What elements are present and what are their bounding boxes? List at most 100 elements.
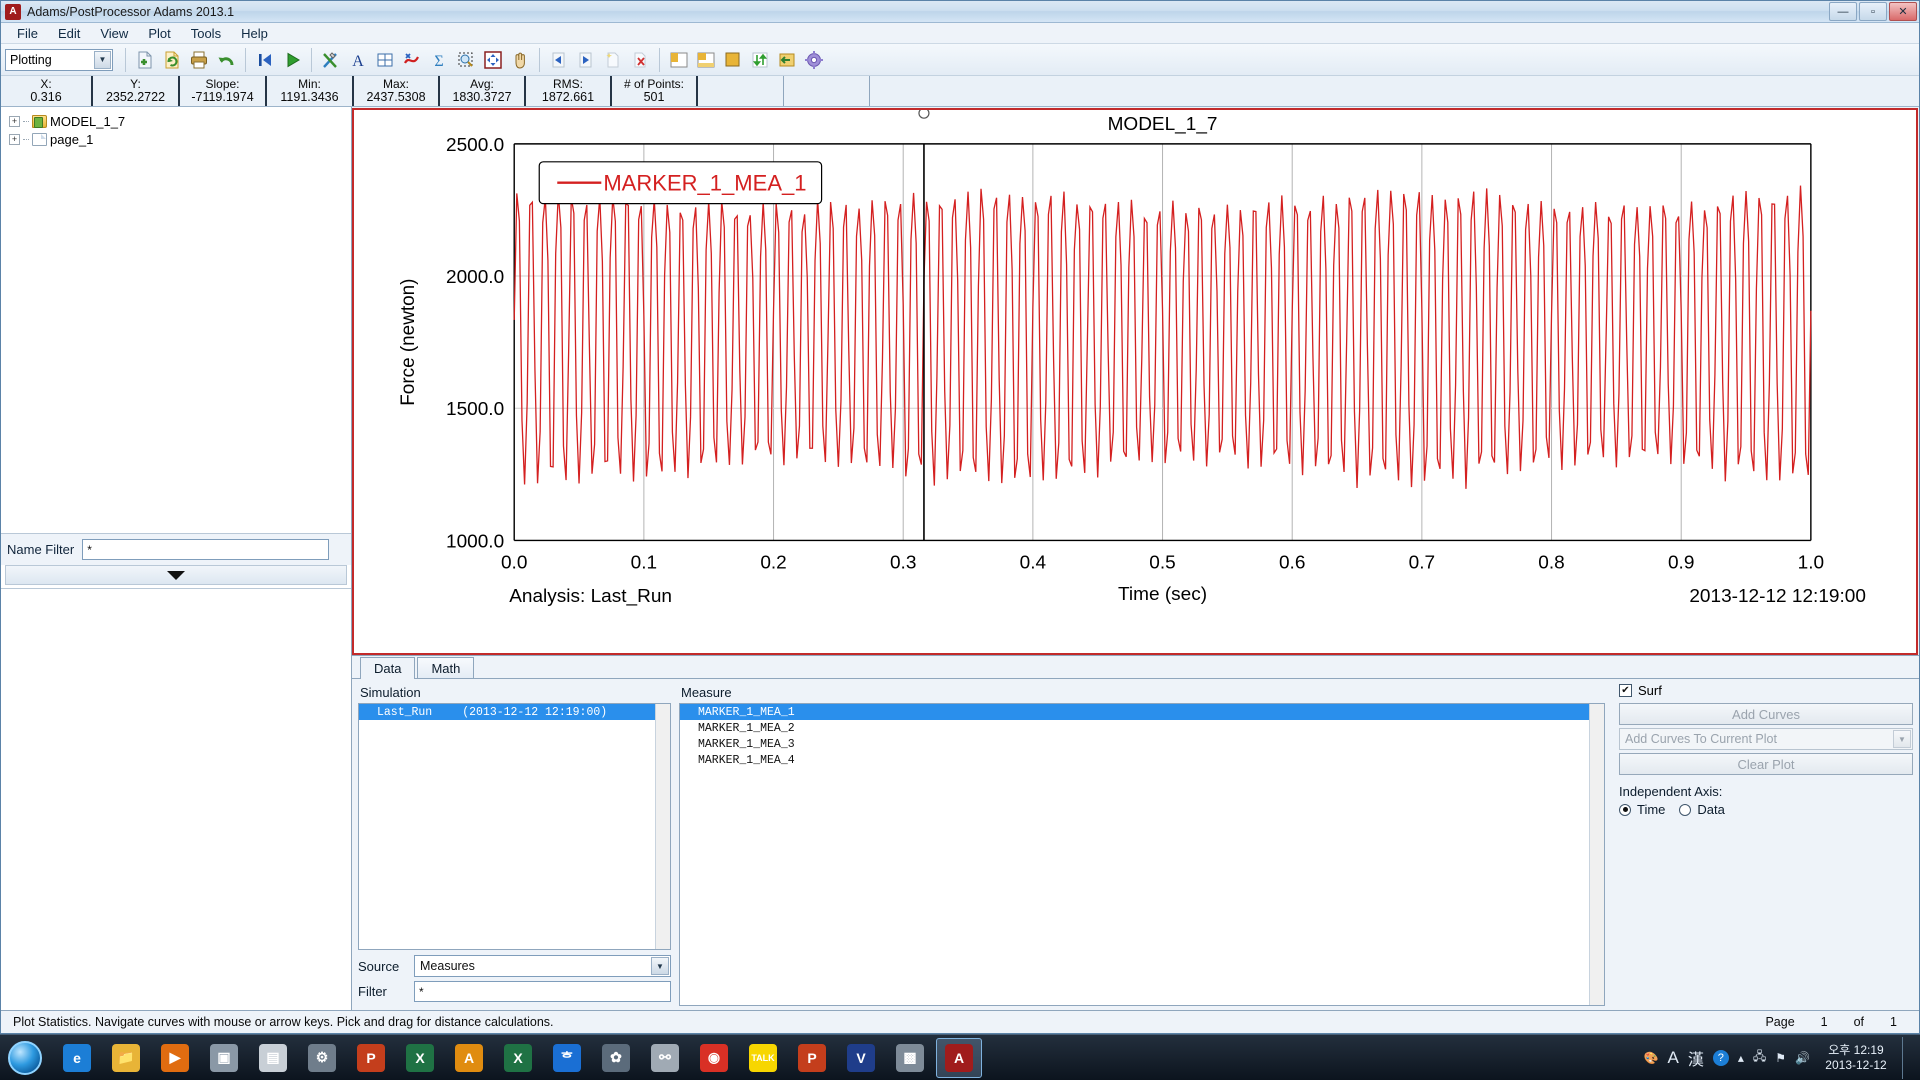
text-tool-icon[interactable]: A: [345, 47, 371, 73]
measure-row[interactable]: MARKER_1_MEA_1: [680, 704, 1604, 720]
show-desktop-button[interactable]: [1902, 1036, 1912, 1079]
menu-view[interactable]: View: [90, 24, 138, 43]
media-player-icon[interactable]: ▶: [152, 1038, 198, 1078]
clear-plot-button[interactable]: Clear Plot: [1619, 753, 1913, 775]
menu-tools[interactable]: Tools: [181, 24, 231, 43]
svg-text:Σ: Σ: [434, 53, 443, 70]
simulation-row[interactable]: Last_Run (2013-12-12 12:19:00): [359, 704, 670, 720]
first-frame-icon[interactable]: [252, 47, 278, 73]
surf-checkbox-row[interactable]: ✔ Surf: [1619, 683, 1913, 698]
stat-empty-2: [784, 76, 870, 106]
sigma-icon[interactable]: Σ: [426, 47, 452, 73]
notepad-icon[interactable]: ▤: [250, 1038, 296, 1078]
pan-hand-icon[interactable]: [507, 47, 533, 73]
tool-icon[interactable]: ⚙: [299, 1038, 345, 1078]
next-page-icon[interactable]: [573, 47, 599, 73]
simulation-listbox[interactable]: Last_Run (2013-12-12 12:19:00): [358, 703, 671, 950]
powerpoint-icon[interactable]: P: [348, 1038, 394, 1078]
prev-page-icon[interactable]: [546, 47, 572, 73]
filter-input[interactable]: *: [414, 981, 671, 1002]
swap-icon[interactable]: [747, 47, 773, 73]
page-icon: [32, 132, 47, 146]
expander-icon[interactable]: +: [9, 115, 20, 127]
menu-file[interactable]: File: [7, 24, 48, 43]
measure-row[interactable]: MARKER_1_MEA_3: [680, 736, 1604, 752]
reload-icon[interactable]: [159, 47, 185, 73]
menu-edit[interactable]: Edit: [48, 24, 90, 43]
excel-icon[interactable]: X: [495, 1038, 541, 1078]
undo-icon[interactable]: [213, 47, 239, 73]
adams-icon[interactable]: A: [446, 1038, 492, 1078]
tree-node-page[interactable]: + page_1: [7, 130, 351, 148]
source-select[interactable]: Measures ▼: [414, 955, 671, 977]
clear-plot-icon[interactable]: [318, 47, 344, 73]
chrome-icon[interactable]: ◉: [691, 1038, 737, 1078]
powerpoint2-icon[interactable]: P: [789, 1038, 835, 1078]
axis-tool-icon[interactable]: [372, 47, 398, 73]
left-pane-blank-area: [1, 588, 351, 1010]
expander-icon[interactable]: +: [9, 133, 20, 145]
radio-data[interactable]: [1679, 803, 1692, 816]
y-axis-tick-label: 2500.0: [446, 135, 504, 156]
tray-clock[interactable]: 오후 12:19 2013-12-12: [1819, 1043, 1893, 1073]
help-icon[interactable]: ?: [1712, 1049, 1729, 1066]
curve-tool-icon[interactable]: [399, 47, 425, 73]
fit-view-icon[interactable]: [480, 47, 506, 73]
mode-select[interactable]: Plotting ▼: [5, 48, 113, 71]
key-icon[interactable]: ⚯: [642, 1038, 688, 1078]
internet-explorer-icon[interactable]: e: [54, 1038, 100, 1078]
layout-3-icon[interactable]: [720, 47, 746, 73]
ime-han-icon[interactable]: 漢: [1688, 1046, 1704, 1070]
add-curves-button[interactable]: Add Curves: [1619, 703, 1913, 725]
menu-help[interactable]: Help: [231, 24, 278, 43]
camera-icon[interactable]: ▩: [887, 1038, 933, 1078]
new-plot-icon[interactable]: [600, 47, 626, 73]
kakaotalk-icon[interactable]: TALK: [740, 1038, 786, 1078]
tab-math[interactable]: Math: [417, 657, 475, 678]
close-button[interactable]: ✕: [1889, 2, 1917, 21]
name-filter-input[interactable]: *: [82, 539, 330, 560]
ime-A-icon[interactable]: A: [1668, 1048, 1679, 1068]
measure-row[interactable]: MARKER_1_MEA_4: [680, 752, 1604, 768]
minimize-button[interactable]: —: [1829, 2, 1857, 21]
visio-icon[interactable]: V: [838, 1038, 884, 1078]
radio-time[interactable]: [1619, 803, 1631, 816]
delete-plot-icon[interactable]: [627, 47, 653, 73]
measure-row[interactable]: MARKER_1_MEA_2: [680, 720, 1604, 736]
add-curves-to-current-plot-select[interactable]: Add Curves To Current Plot ▼: [1619, 728, 1913, 750]
measure-listbox[interactable]: MARKER_1_MEA_1 MARKER_1_MEA_2 MARKER_1_M…: [679, 703, 1605, 1006]
play-icon[interactable]: [279, 47, 305, 73]
panel-body: Simulation Last_Run (2013-12-12 12:19:00…: [352, 679, 1919, 1010]
back-icon[interactable]: [774, 47, 800, 73]
simulation-scrollbar[interactable]: [655, 704, 670, 949]
adams-active-icon[interactable]: A: [936, 1037, 982, 1078]
flag-icon[interactable]: ⚑: [1775, 1051, 1786, 1065]
print-icon[interactable]: [186, 47, 212, 73]
surf-checkbox[interactable]: ✔: [1619, 684, 1632, 697]
maximize-button[interactable]: ▫: [1859, 2, 1887, 21]
zoom-select-icon[interactable]: [453, 47, 479, 73]
plot-canvas[interactable]: MODEL_1_7 1000.0 1500.0 2000.0 2500.0 0.0 0.1 0…: [352, 108, 1918, 655]
menu-plot[interactable]: Plot: [138, 24, 180, 43]
excel-alt-icon[interactable]: X: [397, 1038, 443, 1078]
window-icon[interactable]: ▣: [201, 1038, 247, 1078]
color-wheel-icon[interactable]: 🎨: [1644, 1051, 1659, 1065]
layout-1-icon[interactable]: [666, 47, 692, 73]
volume-icon[interactable]: 🔊: [1795, 1051, 1810, 1065]
system-tray: 🎨 A 漢 ? ▴ 🖧 ⚑ 🔊 오후 12:19 2013-12-12: [1644, 1036, 1920, 1079]
name-filter-dropdown-button[interactable]: [5, 565, 347, 585]
settings-gear-icon[interactable]: [801, 47, 827, 73]
tree-node-model[interactable]: + MODEL_1_7: [7, 112, 351, 130]
measure-scrollbar[interactable]: [1589, 704, 1604, 1005]
hancom-icon[interactable]: ᄒ: [544, 1038, 590, 1078]
start-orb-icon[interactable]: [2, 1037, 48, 1079]
layout-2-icon[interactable]: [693, 47, 719, 73]
settings-icon[interactable]: ✿: [593, 1038, 639, 1078]
new-page-icon[interactable]: [132, 47, 158, 73]
window-icon-glyph: ▣: [210, 1043, 238, 1072]
tab-data[interactable]: Data: [360, 657, 416, 679]
name-filter-row: Name Filter *: [1, 533, 351, 565]
show-hidden-icon[interactable]: ▴: [1738, 1051, 1744, 1065]
file-explorer-icon[interactable]: 📁: [103, 1038, 149, 1078]
network-icon[interactable]: 🖧: [1753, 1047, 1766, 1068]
